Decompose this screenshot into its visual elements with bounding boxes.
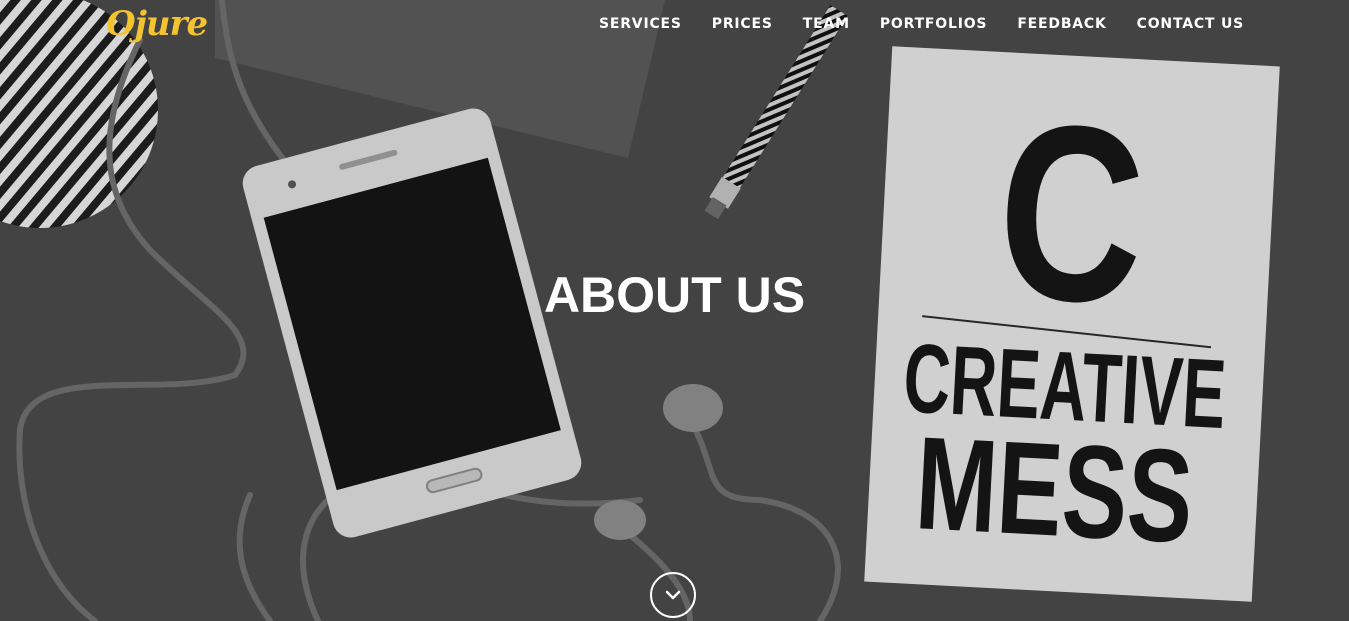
nav-item-contact-us[interactable]: CONTACT US	[1137, 16, 1244, 32]
main-nav: SERVICES PRICES TEAM PORTFOLIOS FEEDBACK…	[599, 16, 1244, 32]
chevron-down-icon	[665, 590, 681, 600]
hero-section: C CREATIVE MESS Ojure SERVICES PRICES TE…	[0, 0, 1349, 621]
nav-item-prices[interactable]: PRICES	[712, 16, 773, 32]
nav-item-portfolios[interactable]: PORTFOLIOS	[880, 16, 987, 32]
nav-item-feedback[interactable]: FEEDBACK	[1017, 16, 1106, 32]
page-title: ABOUT US	[543, 267, 806, 323]
logo[interactable]: Ojure	[106, 4, 208, 44]
nav-item-team[interactable]: TEAM	[803, 16, 850, 32]
scroll-down-button[interactable]	[650, 572, 696, 618]
nav-item-services[interactable]: SERVICES	[599, 16, 682, 32]
